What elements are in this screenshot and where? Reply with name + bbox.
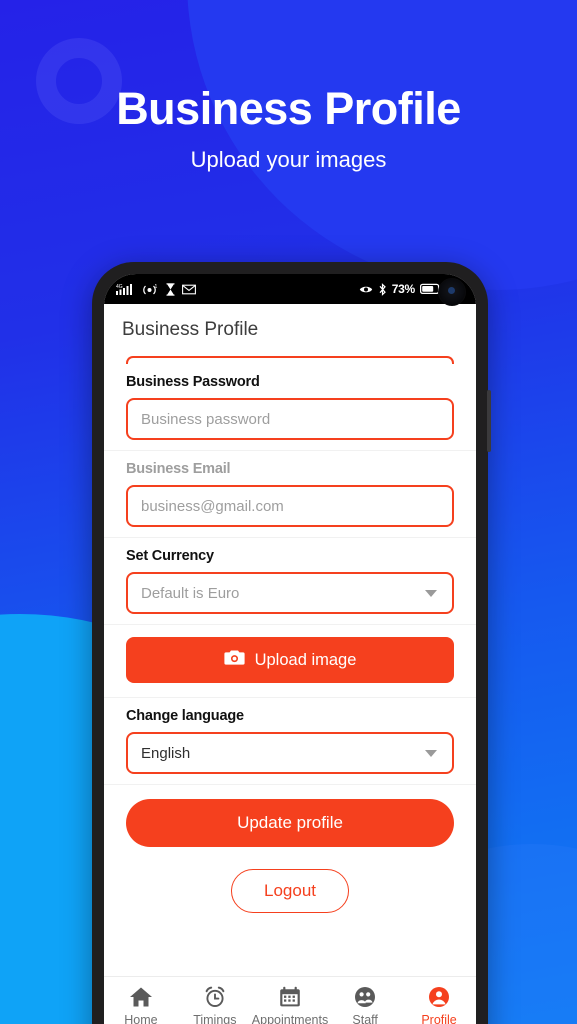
business-email-group: Business Email business@gmail.com — [104, 451, 476, 538]
set-currency-label: Set Currency — [126, 548, 214, 564]
page-subtitle: Upload your images — [190, 147, 387, 172]
update-profile-button[interactable]: Update profile — [126, 799, 454, 847]
chevron-down-icon — [425, 749, 437, 757]
nav-item-staff[interactable]: Staff — [328, 986, 402, 1024]
business-email-placeholder: business@gmail.com — [141, 497, 284, 515]
nav-label-staff: Staff — [352, 1013, 378, 1024]
upload-image-button-label: Upload image — [254, 650, 357, 669]
svg-text:1: 1 — [155, 284, 158, 290]
people-icon — [353, 986, 377, 1008]
business-password-label: Business Password — [126, 374, 260, 390]
nav-label-home: Home — [124, 1013, 158, 1024]
eye-icon — [359, 284, 373, 295]
calendar-icon — [278, 986, 302, 1008]
phone-side-button — [487, 390, 491, 452]
business-email-label: Business Email — [126, 461, 231, 477]
upload-image-button[interactable]: Upload image — [126, 637, 454, 683]
home-icon — [129, 986, 153, 1008]
camera-icon — [223, 649, 245, 671]
logout-button[interactable]: Logout — [231, 869, 349, 913]
change-language-select[interactable]: English — [126, 732, 454, 774]
form-scroll-area[interactable]: Business Password Business password Busi… — [104, 356, 476, 976]
logout-row: Logout — [104, 853, 476, 913]
hero-heading-block: Business Profile Upload your images — [0, 86, 577, 173]
battery-percent-label: 73% — [391, 282, 415, 296]
app-bar: Business Profile — [104, 304, 476, 356]
update-profile-row: Update profile — [104, 785, 476, 853]
set-currency-group: Set Currency Default is Euro — [104, 538, 476, 625]
nav-label-timings: Timings — [193, 1013, 237, 1024]
business-password-group: Business Password Business password — [104, 364, 476, 451]
page-title: Business Profile — [116, 83, 461, 134]
status-bar-left-icons: 4G 1 — [116, 282, 196, 296]
bottom-navigation-bar: Home Timings Appointments Staff Profile — [104, 976, 476, 1024]
set-currency-placeholder: Default is Euro — [141, 584, 240, 602]
nav-item-timings[interactable]: Timings — [178, 986, 252, 1024]
mail-icon — [182, 284, 196, 295]
business-email-input[interactable]: business@gmail.com — [126, 485, 454, 527]
nav-item-profile[interactable]: Profile — [402, 986, 476, 1024]
app-bar-title: Business Profile — [122, 319, 259, 340]
account-circle-icon — [427, 986, 451, 1008]
business-password-placeholder: Business password — [141, 410, 271, 428]
upload-image-row: Upload image — [104, 625, 476, 698]
nav-label-profile: Profile — [421, 1013, 457, 1024]
svg-text:4G: 4G — [116, 284, 123, 290]
bluetooth-icon — [378, 282, 387, 296]
promo-screenshot: Business Profile Upload your images 4G 1… — [0, 0, 577, 1024]
status-bar: 4G 1 73% — [104, 274, 476, 304]
signal-icon: 4G — [116, 283, 136, 296]
front-camera-punch-hole — [438, 278, 466, 306]
nav-label-appointments: Appointments — [251, 1013, 329, 1024]
set-currency-select[interactable]: Default is Euro — [126, 572, 454, 614]
chevron-down-icon — [425, 589, 437, 597]
business-password-input[interactable]: Business password — [126, 398, 454, 440]
clipped-field-above — [126, 356, 454, 364]
nav-item-home[interactable]: Home — [104, 986, 178, 1024]
nav-item-appointments[interactable]: Appointments — [252, 986, 328, 1024]
phone-mockup: 4G 1 73% Business Profile Business Passw… — [92, 262, 491, 1024]
alarm-clock-icon — [203, 986, 227, 1008]
hotspot-icon: 1 — [143, 283, 159, 296]
change-language-value: English — [141, 744, 191, 762]
hourglass-icon — [166, 282, 175, 296]
phone-screen: 4G 1 73% Business Profile Business Passw… — [104, 274, 476, 1024]
change-language-label: Change language — [126, 708, 244, 724]
change-language-group: Change language English — [104, 698, 476, 785]
